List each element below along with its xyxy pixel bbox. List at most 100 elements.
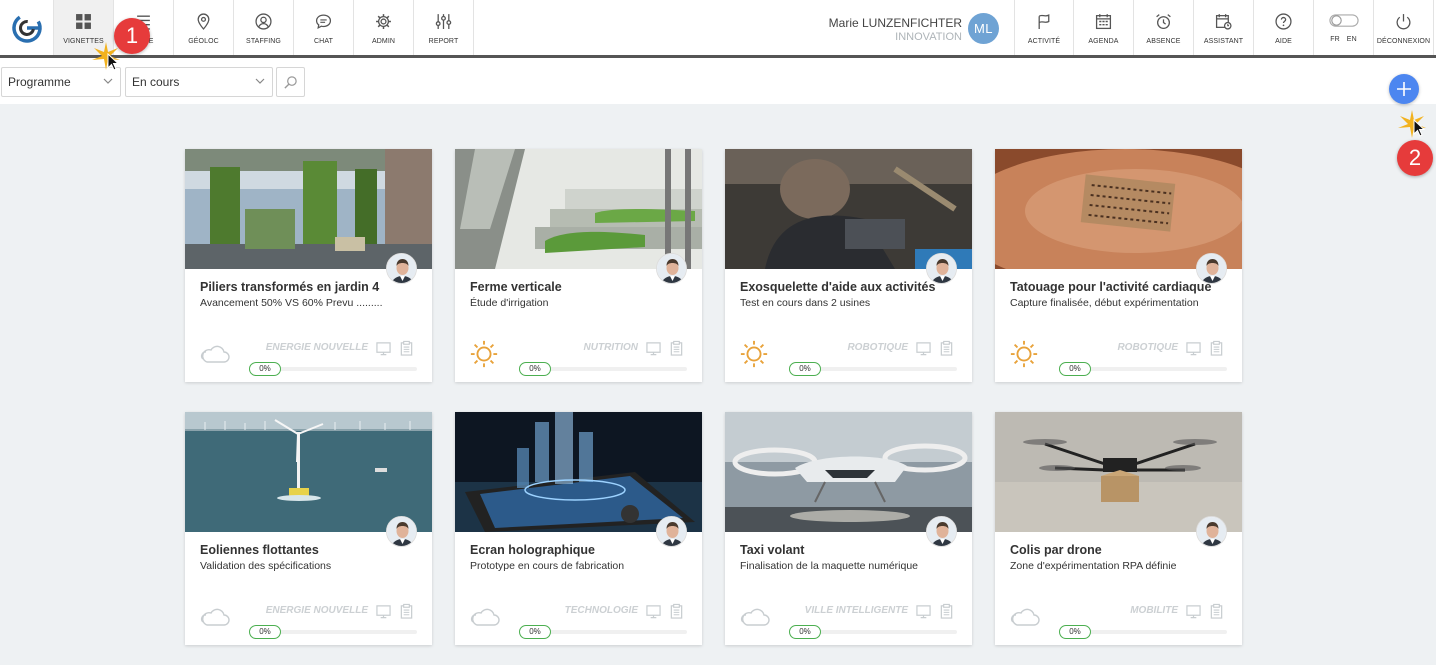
- card-category: ROBOTIQUE: [1117, 342, 1178, 353]
- project-image: [995, 412, 1242, 532]
- user-circle-icon: [255, 13, 272, 30]
- screen-icon[interactable]: [916, 341, 931, 356]
- nav-label: CHAT: [314, 38, 333, 45]
- project-image: [455, 149, 702, 269]
- owner-avatar[interactable]: [926, 516, 957, 547]
- step-badge-2: 2: [1397, 140, 1433, 176]
- nav-assistant[interactable]: ASSISTANT: [1194, 0, 1254, 55]
- cloud-icon: [199, 603, 231, 631]
- progress-value: 0%: [1059, 362, 1091, 376]
- clipboard-icon[interactable]: [669, 340, 684, 356]
- help-icon: [1275, 13, 1292, 30]
- progress-value: 0%: [519, 625, 551, 639]
- clipboard-icon[interactable]: [399, 603, 414, 619]
- project-card[interactable]: Exosquelette d'aide aux activités Test e…: [725, 149, 972, 382]
- card-title: Exosquelette d'aide aux activités: [740, 280, 936, 294]
- clipboard-icon[interactable]: [669, 603, 684, 619]
- progress-value: 0%: [519, 362, 551, 376]
- screen-icon[interactable]: [1186, 604, 1201, 619]
- project-card[interactable]: Ecran holographique Prototype en cours d…: [455, 412, 702, 645]
- card-title: Eoliennes flottantes: [200, 543, 319, 557]
- search-button[interactable]: [276, 67, 305, 97]
- nav-label: GÉOLOC: [188, 38, 219, 45]
- program-select-value: Programme: [8, 75, 71, 89]
- status-select[interactable]: En cours: [125, 67, 273, 97]
- nav-deconnexion[interactable]: DÉCONNEXION: [1374, 0, 1434, 55]
- nav-staffing[interactable]: STAFFING: [234, 0, 294, 55]
- card-subtitle: Validation des spécifications: [200, 560, 332, 572]
- screen-icon[interactable]: [376, 604, 391, 619]
- owner-avatar[interactable]: [386, 516, 417, 547]
- lang-fr[interactable]: FR: [1330, 36, 1340, 43]
- project-card[interactable]: Taxi volant Finalisation de la maquette …: [725, 412, 972, 645]
- map-pin-icon: [197, 13, 210, 30]
- card-title: Ferme verticale: [470, 280, 562, 294]
- clipboard-icon[interactable]: [1209, 603, 1224, 619]
- user-avatar[interactable]: ML: [968, 13, 999, 44]
- clipboard-icon[interactable]: [939, 340, 954, 356]
- project-image: [185, 412, 432, 532]
- clipboard-icon[interactable]: [399, 340, 414, 356]
- nav-admin[interactable]: ADMIN: [354, 0, 414, 55]
- lang-en[interactable]: EN: [1347, 36, 1357, 43]
- project-card[interactable]: Eoliennes flottantes Validation des spéc…: [185, 412, 432, 645]
- nav-label: ASSISTANT: [1203, 38, 1244, 45]
- owner-avatar[interactable]: [656, 516, 687, 547]
- nav-chat[interactable]: CHAT: [294, 0, 354, 55]
- project-card[interactable]: Tatouage pour l'activité cardiaque Captu…: [995, 149, 1242, 382]
- nav-label: ACTIVITÉ: [1027, 38, 1061, 45]
- owner-avatar[interactable]: [1196, 516, 1227, 547]
- progress-value: 0%: [789, 625, 821, 639]
- screen-icon[interactable]: [646, 341, 661, 356]
- card-category: NUTRITION: [583, 342, 638, 353]
- project-card[interactable]: Ferme verticale Étude d'irrigation NUTRI…: [455, 149, 702, 382]
- progress-value: 0%: [249, 362, 281, 376]
- project-card[interactable]: Piliers transformés en jardin 4 Avanceme…: [185, 149, 432, 382]
- language-labels: FR EN: [1330, 36, 1356, 43]
- user-profile[interactable]: Marie LUNZENFICHTER INNOVATION ML: [828, 10, 1014, 50]
- nav-label: ABSENCE: [1146, 38, 1181, 45]
- nav-activite[interactable]: ACTIVITÉ: [1014, 0, 1074, 55]
- nav-label: AIDE: [1275, 38, 1292, 45]
- status-select-value: En cours: [132, 75, 180, 89]
- sun-icon: [739, 339, 769, 369]
- cloud-icon: [739, 603, 771, 631]
- progress-value: 0%: [789, 362, 821, 376]
- screen-icon[interactable]: [916, 604, 931, 619]
- add-project-button[interactable]: [1389, 74, 1419, 104]
- card-category: ENERGIE NOUVELLE: [265, 342, 368, 353]
- nav-absence[interactable]: ABSENCE: [1134, 0, 1194, 55]
- nav-label: DÉCONNEXION: [1376, 38, 1431, 45]
- program-select[interactable]: Programme: [1, 67, 121, 97]
- search-icon: [284, 75, 297, 89]
- screen-icon[interactable]: [1186, 341, 1201, 356]
- progress-value: 0%: [249, 625, 281, 639]
- grid-icon: [76, 14, 91, 29]
- nav-agenda[interactable]: AGENDA: [1074, 0, 1134, 55]
- nav-label: STAFFING: [246, 38, 281, 45]
- flag-icon: [1038, 14, 1049, 29]
- screen-icon[interactable]: [646, 604, 661, 619]
- calendar-icon: [1095, 14, 1112, 30]
- chevron-down-icon: [255, 78, 265, 84]
- app-logo[interactable]: [0, 0, 54, 55]
- card-category: TECHNOLOGIE: [564, 605, 638, 616]
- project-image: [725, 149, 972, 269]
- clipboard-icon[interactable]: [1209, 340, 1224, 356]
- owner-avatar[interactable]: [386, 253, 417, 284]
- card-subtitle: Finalisation de la maquette numérique: [740, 560, 919, 572]
- nav-aide[interactable]: AIDE: [1254, 0, 1314, 55]
- top-navbar: VIGNETTES LISTE GÉOLOC STAFFING CHAT ADM…: [0, 0, 1436, 58]
- project-card[interactable]: Colis par drone Zone d'expérimentation R…: [995, 412, 1242, 645]
- nav-label: AGENDA: [1088, 38, 1119, 45]
- nav-report[interactable]: REPORT: [414, 0, 474, 55]
- calendar-clock-icon: [1215, 14, 1232, 30]
- sliders-icon: [435, 14, 452, 29]
- card-subtitle: Prototype en cours de fabrication: [470, 560, 625, 572]
- owner-avatar[interactable]: [656, 253, 687, 284]
- clipboard-icon[interactable]: [939, 603, 954, 619]
- screen-icon[interactable]: [376, 341, 391, 356]
- nav-geoloc[interactable]: GÉOLOC: [174, 0, 234, 55]
- language-toggle[interactable]: FR EN: [1314, 0, 1374, 55]
- user-name: Marie LUNZENFICHTER: [828, 16, 962, 30]
